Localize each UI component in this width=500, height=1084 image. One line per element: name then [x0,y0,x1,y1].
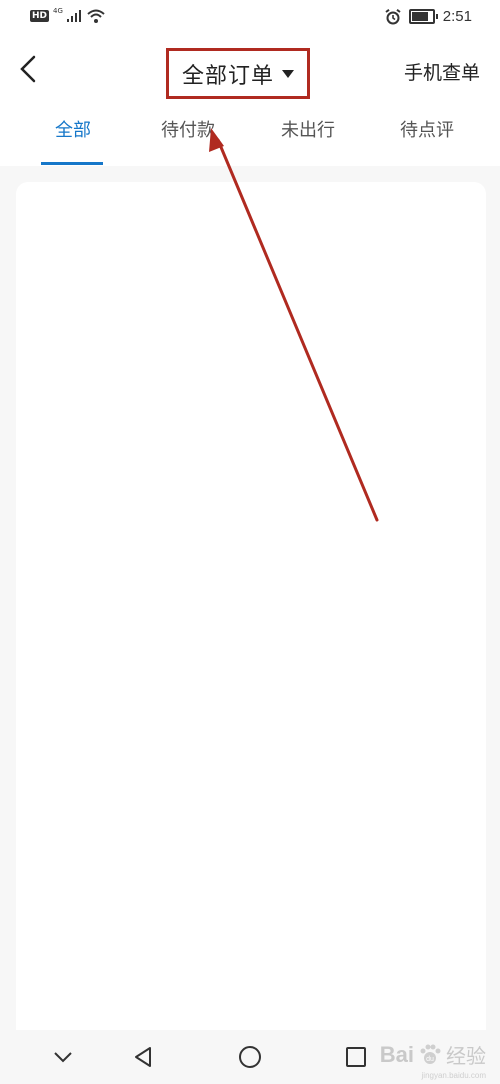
nav-home-button[interactable] [237,1044,263,1070]
watermark-paw-text: du [426,1056,434,1063]
status-bar: HD 4G 2:51 [0,0,500,36]
status-left: HD 4G [30,7,105,23]
clock: 2:51 [442,8,472,25]
hd-badge: HD [30,10,50,22]
signal-icon [66,10,81,22]
nav-collapse-button[interactable] [50,1044,76,1070]
status-right: 2:51 [385,8,472,25]
nav-back-button[interactable] [130,1044,156,1070]
tab-not-traveled[interactable]: 未出行 [268,116,348,164]
order-list-area [16,182,486,1082]
baidu-watermark: Bai du 经验 [380,1040,486,1069]
header-bar: 全部订单 手机查单 [0,36,500,106]
caret-down-icon [282,69,294,78]
tab-pending-review[interactable]: 待点评 [387,116,467,164]
order-filter-dropdown[interactable]: 全部订单 [166,48,310,99]
paw-logo-icon: du [420,1044,441,1064]
tab-all[interactable]: 全部 [33,116,113,164]
battery-icon [408,9,438,24]
alarm-icon [385,8,401,24]
chevron-left-icon [20,55,36,83]
watermark-brand: Bai [379,1041,414,1067]
circle-home-icon [239,1046,261,1068]
active-tab-indicator [41,162,103,165]
wifi-icon [87,9,105,23]
square-recent-icon [346,1047,366,1067]
chevron-down-icon [54,1052,72,1063]
watermark-sub: 经验 [446,1046,486,1068]
network-type: 4G [53,7,63,15]
order-tabs: 全部 待付款 未出行 待点评 [0,106,500,166]
battery-fill [411,12,428,21]
page-title: 全部订单 [181,63,274,89]
back-button[interactable] [14,51,44,87]
phone-lookup-button[interactable]: 手机查单 [404,58,480,85]
triangle-back-icon [135,1047,151,1067]
tab-pending-payment[interactable]: 待付款 [148,116,228,164]
nav-recent-button[interactable] [343,1044,369,1070]
watermark-url: jingyan.baidu.com [421,1071,486,1080]
